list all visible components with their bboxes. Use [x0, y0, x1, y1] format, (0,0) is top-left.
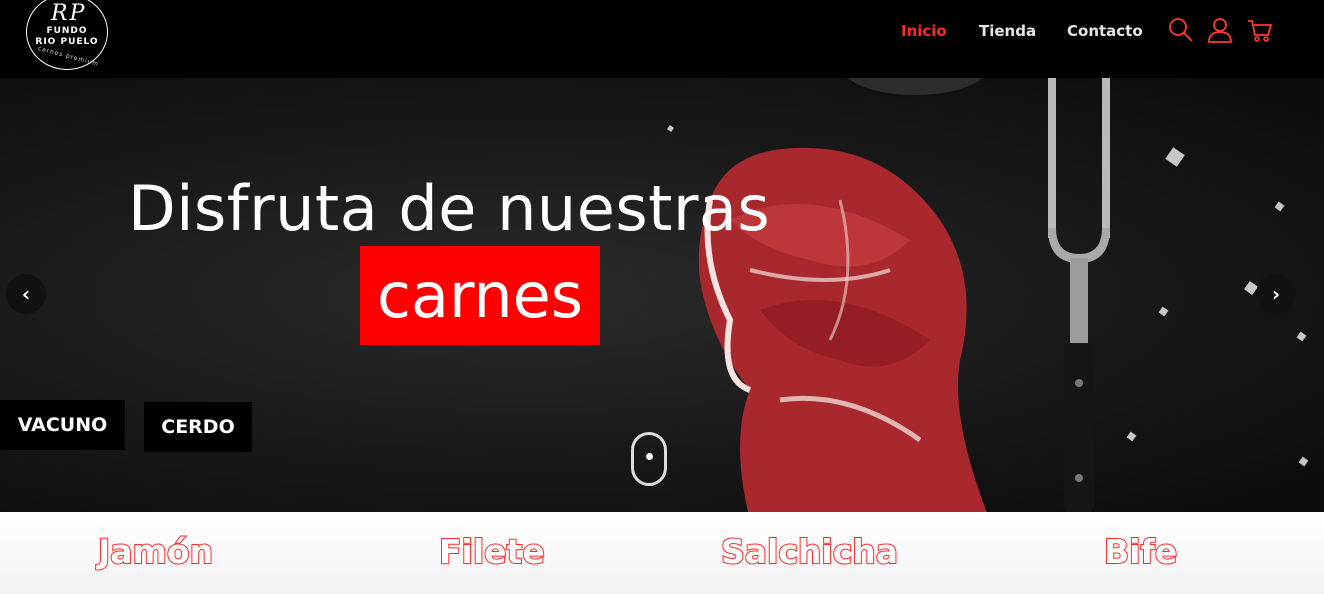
hero-highlight: carnes [360, 246, 600, 345]
salt-crystal [1158, 306, 1169, 317]
logo-line-1: FUNDO [46, 26, 88, 36]
salt-crystal [1296, 331, 1307, 342]
user-icon[interactable] [1206, 16, 1234, 44]
product-link-jamon[interactable]: Jamón [97, 531, 214, 572]
salt-crystal [1165, 147, 1185, 167]
category-button-vacuno[interactable]: VACUNO [0, 400, 125, 450]
salt-crystal [1274, 201, 1285, 212]
nav-item-tienda[interactable]: Tienda [979, 22, 1036, 40]
nav-item-contacto[interactable]: Contacto [1067, 22, 1143, 40]
cart-icon[interactable] [1246, 16, 1274, 44]
salt-bowl-image [840, 78, 990, 98]
chevron-right-icon: › [1271, 282, 1281, 306]
product-link-filete[interactable]: Filete [438, 531, 546, 572]
salt-crystal [1298, 456, 1309, 467]
site-header: RP FUNDO RIO PUELO carnes premium Inicio… [0, 0, 1324, 78]
logo-tagline: carnes premium [37, 44, 100, 69]
carousel-prev-button[interactable]: ‹ [6, 274, 46, 314]
logo-monogram: RP [51, 1, 87, 26]
category-button-cerdo[interactable]: CERDO [144, 402, 252, 452]
scroll-dot [646, 453, 653, 460]
hero-headline: Disfruta de nuestras [128, 172, 771, 245]
salt-crystal [667, 125, 674, 132]
product-strip: Jamón Filete Salchicha Bife [0, 512, 1324, 594]
hero-carousel: Disfruta de nuestras carnes ‹ › VACUNO C… [0, 78, 1324, 512]
product-link-salchicha[interactable]: Salchicha [720, 531, 899, 572]
product-link-bife[interactable]: Bife [1103, 531, 1178, 572]
scroll-indicator[interactable] [631, 432, 667, 486]
carousel-next-button[interactable]: › [1256, 274, 1296, 314]
brand-logo[interactable]: RP FUNDO RIO PUELO carnes premium [26, 0, 108, 70]
search-icon[interactable] [1167, 16, 1195, 44]
chevron-left-icon: ‹ [21, 282, 31, 306]
fork-image [1048, 78, 1110, 512]
nav-item-inicio[interactable]: Inicio [901, 22, 947, 40]
